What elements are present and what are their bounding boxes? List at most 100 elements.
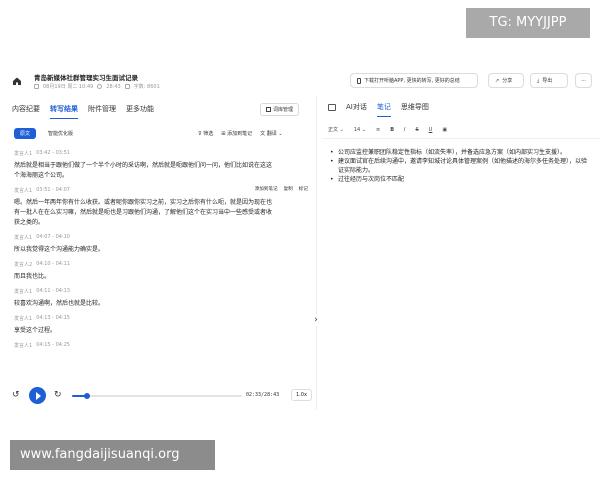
translate-button[interactable]: 文 翻译 ⌄: [260, 130, 282, 137]
chevron-down-icon: ⌄: [278, 131, 283, 137]
transcript-tools: ⊽ 筛选 ⊞ 添加到笔记 文 翻译 ⌄: [198, 130, 283, 137]
speaker-name: 发言人1: [14, 188, 33, 194]
tab-summary[interactable]: 内容纪要: [12, 104, 40, 119]
font-size-select[interactable]: 14 ⌄: [354, 127, 366, 133]
tab-attachments[interactable]: 附件管理: [88, 104, 116, 119]
transcript-segment: 发言人1 04:07 - 04:10 所以我觉得这个沟通能力确实是。: [14, 234, 308, 255]
audio-player: ↺ ↻ 02:33/28:43 1.0x: [12, 386, 312, 406]
segment-copy-button[interactable]: 复制: [284, 186, 293, 192]
forward-icon[interactable]: ↻: [54, 390, 62, 400]
speed-button[interactable]: 1.0x: [291, 389, 312, 401]
image-icon[interactable]: ▣: [442, 127, 447, 133]
speaker-name: 发言人1: [14, 235, 33, 241]
toolbar-divider: [322, 138, 600, 139]
segment-text: 获之类的。: [14, 219, 45, 226]
panel-divider: [316, 96, 317, 410]
subtab-original[interactable]: 原文: [14, 128, 37, 139]
segment-text: 然后就是相当于跟他们做了一个半个小时的采访啊，然后就是呃跟他们问一问，他们比如说…: [14, 162, 273, 169]
vocab-manage-button[interactable]: 词库管理: [260, 103, 300, 116]
text-style-select[interactable]: 正文 ⌄: [328, 126, 344, 133]
transcript-segment: 发言人1 04:15 - 04:25: [14, 342, 308, 349]
speaker-name: 发言人1: [14, 289, 33, 295]
export-button[interactable]: ⤓ 导出: [530, 73, 568, 88]
download-app-button[interactable]: 下载打开听脑APP, 更快的转写, 更好的总结: [350, 73, 478, 88]
translate-icon: 文: [260, 131, 266, 137]
subtab-optimized[interactable]: 智能优化版: [42, 128, 79, 139]
speaker-name: 发言人1: [14, 343, 33, 349]
panel-toggle-icon[interactable]: [328, 104, 336, 111]
transcript-panel: 内容纪要 转写结果 附件管理 更多功能 词库管理 原文 智能优化版 ⊽ 筛选 ⊞…: [6, 96, 316, 410]
segment-time: 04:07 - 04:10: [36, 234, 70, 240]
doc-date: 08月19日 周二 10:49: [43, 84, 94, 90]
note-icon: ⊞: [221, 131, 226, 137]
segment-time: 03:42 - 03:51: [36, 150, 70, 156]
play-button[interactable]: [29, 387, 46, 404]
segment-text: 嗯。然后一年两年你有什么收获。或者呢你跟你实习之前，实习之后你有什么呃，就是因为…: [14, 199, 273, 206]
tab-transcript[interactable]: 转写结果: [50, 104, 78, 119]
note-item[interactable]: 建议面试官在后续沟通中，邀请李知城讨论具体管理案例（如他描述的海尔多任务处理），…: [330, 157, 592, 175]
doc-words: 字数: 8601: [133, 84, 160, 90]
segment-text: 较喜欢沟通啊，然后也就是比较。: [14, 300, 105, 307]
progress-handle[interactable]: [84, 393, 91, 399]
speaker-name: 发言人2: [14, 262, 33, 268]
chevron-right-icon[interactable]: ›: [310, 314, 322, 326]
share-button[interactable]: ↗ 分享: [488, 73, 524, 88]
editor-toolbar: 正文 ⌄ 14 ⌄ ≡ B I S U ▣: [328, 126, 447, 134]
left-tabs: 内容纪要 转写结果 附件管理 更多功能: [12, 104, 154, 119]
tab-notes[interactable]: 笔记: [376, 102, 391, 117]
book-icon: [266, 107, 271, 112]
transcript-segment: 发言人1 04:11 - 04:13 较喜欢沟通啊，然后也就是比较。: [14, 288, 308, 309]
segment-time: 04:13 - 04:15: [36, 315, 70, 321]
segment-text: 个海海丽这个公司。: [14, 172, 69, 179]
transcript-mode-tabs: 原文 智能优化版: [14, 128, 79, 139]
words-icon: [124, 84, 130, 89]
add-note-button[interactable]: ⊞ 添加到笔记: [221, 130, 252, 137]
chevron-down-icon: ⌄: [361, 126, 366, 133]
doc-header: 青岛新媒体社群管理实习生面试记录 08月19日 周二 10:49 28:43 字…: [0, 68, 600, 96]
segment-time: 04:11 - 04:13: [36, 288, 70, 294]
tab-mindmap[interactable]: 思维导图: [401, 102, 429, 117]
doc-duration: 28:43: [106, 83, 121, 90]
transcript-list: 发言人1 03:42 - 03:51 然后就是相当于跟他们做了一个半个小时的采访啊…: [14, 150, 308, 349]
chevron-down-icon: ⌄: [339, 127, 344, 133]
segment-text: 所以我觉得这个沟通能力确实是。: [14, 246, 105, 253]
bold-button[interactable]: B: [390, 127, 394, 133]
segment-add-note-button[interactable]: 添加到笔记: [255, 186, 278, 192]
transcript-segment: 发言人1 04:13 - 04:15 享受这个过程。: [14, 315, 308, 336]
right-tabs: AI对话 笔记 思维导图: [346, 102, 429, 117]
notes-list[interactable]: 公司应监控兼职团队稳定性指标（如流失率），并备选应急方案（如内部实习生支援）。 …: [330, 148, 592, 184]
filter-button[interactable]: ⊽ 筛选: [198, 130, 213, 137]
italic-button[interactable]: I: [404, 127, 405, 133]
transcript-segment: 发言人1 03:42 - 03:51 然后就是相当于跟他们做了一个半个小时的采访啊…: [14, 150, 308, 181]
segment-time: 04:10 - 04:11: [36, 261, 70, 267]
strike-button[interactable]: S: [415, 127, 418, 133]
note-item[interactable]: 过往经历与次岗位不匹配: [330, 175, 592, 184]
segment-time: 04:15 - 04:25: [36, 342, 70, 348]
underline-button[interactable]: U: [429, 127, 433, 133]
tab-ai-chat[interactable]: AI对话: [346, 102, 367, 117]
calendar-icon: [34, 84, 39, 89]
share-icon: ↗: [495, 77, 500, 84]
transcript-segment: 发言人2 04:10 - 04:11 而且我也比。: [14, 261, 308, 282]
playback-time: 02:33/28:43: [246, 392, 280, 398]
note-item[interactable]: 公司应监控兼职团队稳定性指标（如流失率），并备选应急方案（如内部实习生支援）。: [330, 148, 592, 157]
align-icon[interactable]: ≡: [376, 127, 380, 133]
transcript-segment: 发言人1 03:51 - 04:07 添加到笔记 复制 标记 嗯。然后一年两年你有…: [14, 187, 308, 228]
progress-slider[interactable]: [72, 393, 242, 399]
segment-time: 03:51 - 04:07: [36, 187, 70, 193]
more-button[interactable]: ···: [575, 73, 592, 88]
segment-actions: 添加到笔记 复制 标记: [255, 186, 308, 192]
clock-icon: [97, 84, 103, 89]
speaker-name: 发言人1: [14, 316, 33, 322]
segment-mark-button[interactable]: 标记: [299, 186, 308, 192]
download-icon: ⤓: [537, 77, 540, 84]
rewind-icon[interactable]: ↺: [12, 390, 20, 400]
segment-text: 享受这个过程。: [14, 327, 57, 334]
watermark-bottom: www.fangdaijisuanqi.org: [10, 440, 215, 470]
notes-panel: AI对话 笔记 思维导图 正文 ⌄ 14 ⌄ ≡ B I S U ▣ 公司应监控…: [322, 96, 600, 410]
watermark-top: TG: MYYJJPP: [466, 8, 590, 38]
doc-meta: 08月19日 周二 10:49 28:43 字数: 8601: [34, 83, 160, 90]
segment-text: 而且我也比。: [14, 273, 51, 280]
tab-more[interactable]: 更多功能: [126, 104, 154, 119]
home-icon[interactable]: [12, 76, 22, 86]
